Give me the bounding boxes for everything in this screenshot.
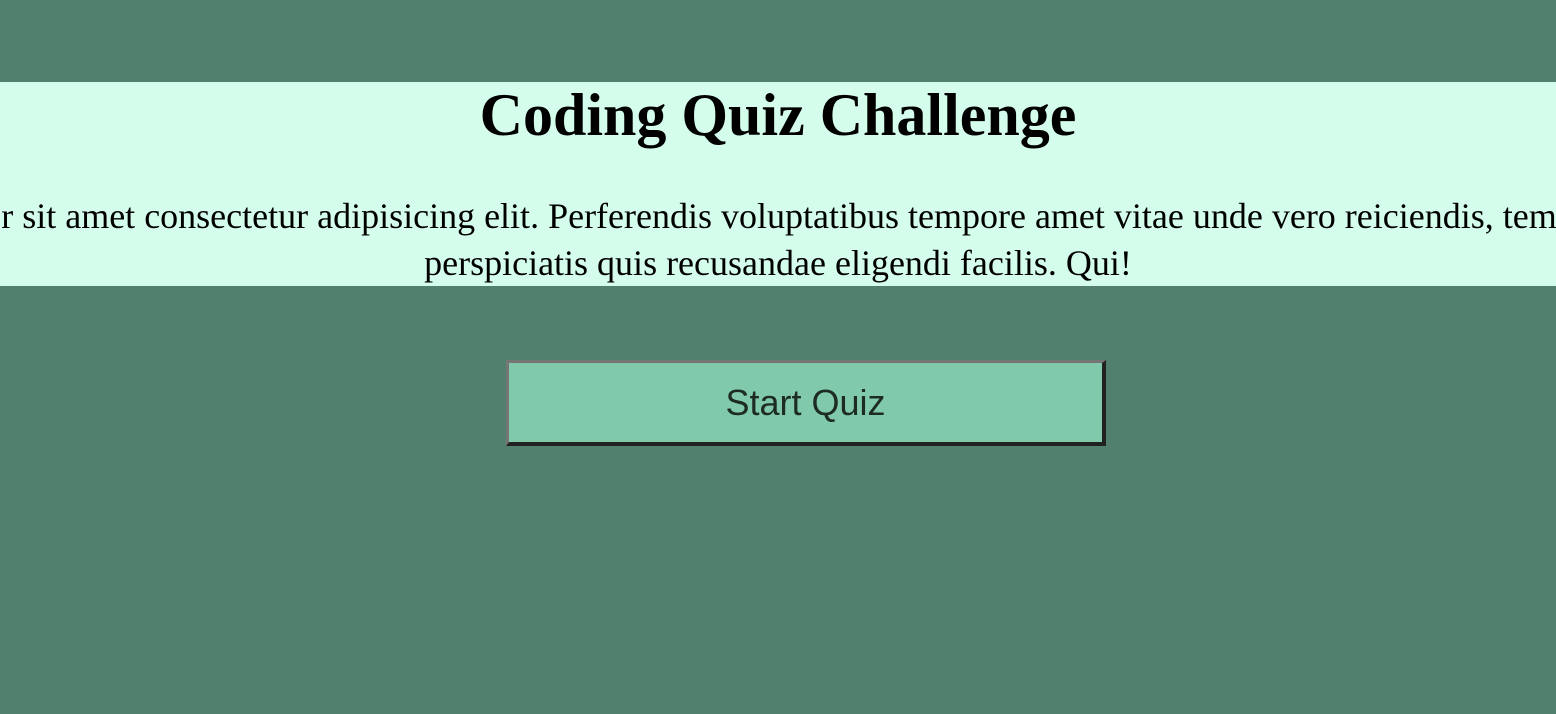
- intro-banner: Coding Quiz Challenge Lorem ipsum dolor …: [0, 82, 1556, 286]
- page-title: Coding Quiz Challenge: [479, 82, 1077, 148]
- start-quiz-button[interactable]: Start Quiz: [506, 360, 1106, 446]
- intro-description: Lorem ipsum dolor sit amet consectetur a…: [0, 196, 1556, 283]
